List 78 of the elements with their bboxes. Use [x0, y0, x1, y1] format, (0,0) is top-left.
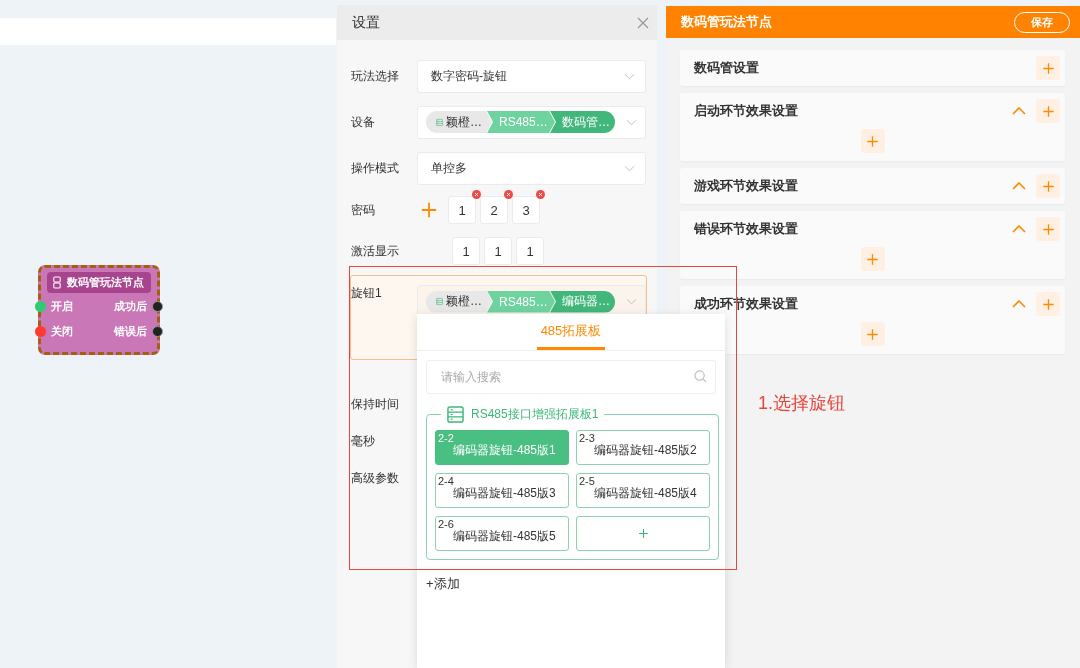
- server-icon: [447, 406, 464, 423]
- close-icon[interactable]: [637, 16, 649, 29]
- plus-icon[interactable]: [420, 201, 438, 219]
- plus-icon: [866, 327, 879, 341]
- field-label: 激活显示: [351, 242, 400, 260]
- digit-box[interactable]: 1: [516, 237, 544, 265]
- digit-box[interactable]: 1: [452, 237, 480, 265]
- device-tile[interactable]: 2-3 编码器旋钮-485版2: [576, 430, 710, 465]
- annotation-text: 1.选择旋钮: [758, 392, 845, 415]
- group-title: RS485接口增强拓展板1: [471, 406, 599, 423]
- plus-icon: [1041, 179, 1055, 193]
- section-title: 启动环节效果设置: [694, 102, 799, 120]
- search-field[interactable]: 请输入搜索: [426, 360, 716, 394]
- device-tile[interactable]: 2-6 编码器旋钮-485版5: [435, 516, 569, 551]
- plus-icon: [866, 252, 879, 266]
- add-tile[interactable]: [576, 516, 710, 551]
- plus-icon: [1041, 222, 1055, 236]
- remove-icon[interactable]: [504, 190, 513, 199]
- breadcrumb-segment[interactable]: 颖橙…: [426, 111, 492, 133]
- add-button[interactable]: [1036, 56, 1060, 80]
- output-port[interactable]: [152, 325, 163, 337]
- chevron-up-icon[interactable]: [1012, 182, 1026, 190]
- digit-box[interactable]: 2: [480, 196, 508, 224]
- input-port[interactable]: [35, 300, 46, 312]
- section-title: 数码管设置: [694, 59, 760, 77]
- remove-icon[interactable]: [536, 190, 545, 199]
- flow-node[interactable]: 数码管玩法节点 开启 关闭 成功后 错误后: [38, 265, 160, 355]
- field-label: 设备: [351, 113, 376, 131]
- remove-icon[interactable]: [472, 190, 481, 199]
- add-button[interactable]: [860, 322, 885, 346]
- chevron-down-icon: [626, 118, 637, 126]
- add-button[interactable]: [860, 247, 885, 271]
- panel-title: 设置: [352, 13, 380, 32]
- chevron-up-icon[interactable]: [1012, 225, 1026, 233]
- section-title: 游戏环节效果设置: [694, 177, 799, 195]
- port-label: 错误后: [114, 323, 147, 339]
- server-icon: [436, 295, 443, 308]
- device-tile[interactable]: 2-4 编码器旋钮-485版3: [435, 473, 569, 508]
- chevron-up-icon[interactable]: [1012, 107, 1026, 115]
- output-port[interactable]: [152, 300, 163, 312]
- node-title: 数码管玩法节点: [67, 275, 144, 290]
- add-button[interactable]: [1036, 217, 1060, 241]
- chevron-down-icon: [624, 72, 635, 80]
- plus-icon: [1041, 104, 1055, 118]
- port-label: 成功后: [114, 298, 147, 314]
- add-link[interactable]: +添加: [426, 575, 460, 593]
- field-label: 高级参数: [351, 470, 400, 487]
- field-label: 玩法选择: [351, 67, 400, 85]
- field-label: 密码: [351, 201, 376, 219]
- field-label: 保持时间: [351, 396, 400, 413]
- breadcrumb-segment[interactable]: 颖橙…: [426, 290, 492, 313]
- chevron-down-icon: [624, 164, 635, 172]
- plus-icon: [637, 528, 649, 539]
- add-button[interactable]: [860, 129, 885, 153]
- search-icon: [694, 370, 707, 383]
- field-label: 毫秒: [351, 433, 376, 450]
- field-label: 操作模式: [351, 159, 400, 177]
- device-tile[interactable]: 2-5 编码器旋钮-485版4: [576, 473, 710, 508]
- select-field[interactable]: 单控多: [417, 151, 646, 185]
- plus-icon: [1041, 297, 1055, 311]
- digit-box[interactable]: 1: [448, 196, 476, 224]
- section-title: 错误环节效果设置: [694, 220, 799, 238]
- input-port[interactable]: [35, 325, 46, 337]
- field-label: 旋钮1: [351, 285, 383, 302]
- port-label: 开启: [51, 298, 73, 314]
- chevron-up-icon[interactable]: [1012, 300, 1026, 308]
- chevron-down-icon: [626, 298, 637, 305]
- digit-box[interactable]: 1: [484, 237, 512, 265]
- select-field[interactable]: 数字密码-旋钮: [417, 59, 646, 93]
- digit-icon: [53, 276, 61, 289]
- panel-title: 数码管玩法节点: [681, 13, 772, 31]
- plus-icon: [1041, 61, 1055, 75]
- add-button[interactable]: [1036, 292, 1060, 316]
- digit-box[interactable]: 3: [512, 196, 540, 224]
- add-button[interactable]: [1036, 99, 1060, 123]
- add-button[interactable]: [1036, 174, 1060, 198]
- port-label: 关闭: [51, 323, 73, 339]
- plus-icon: [866, 134, 879, 148]
